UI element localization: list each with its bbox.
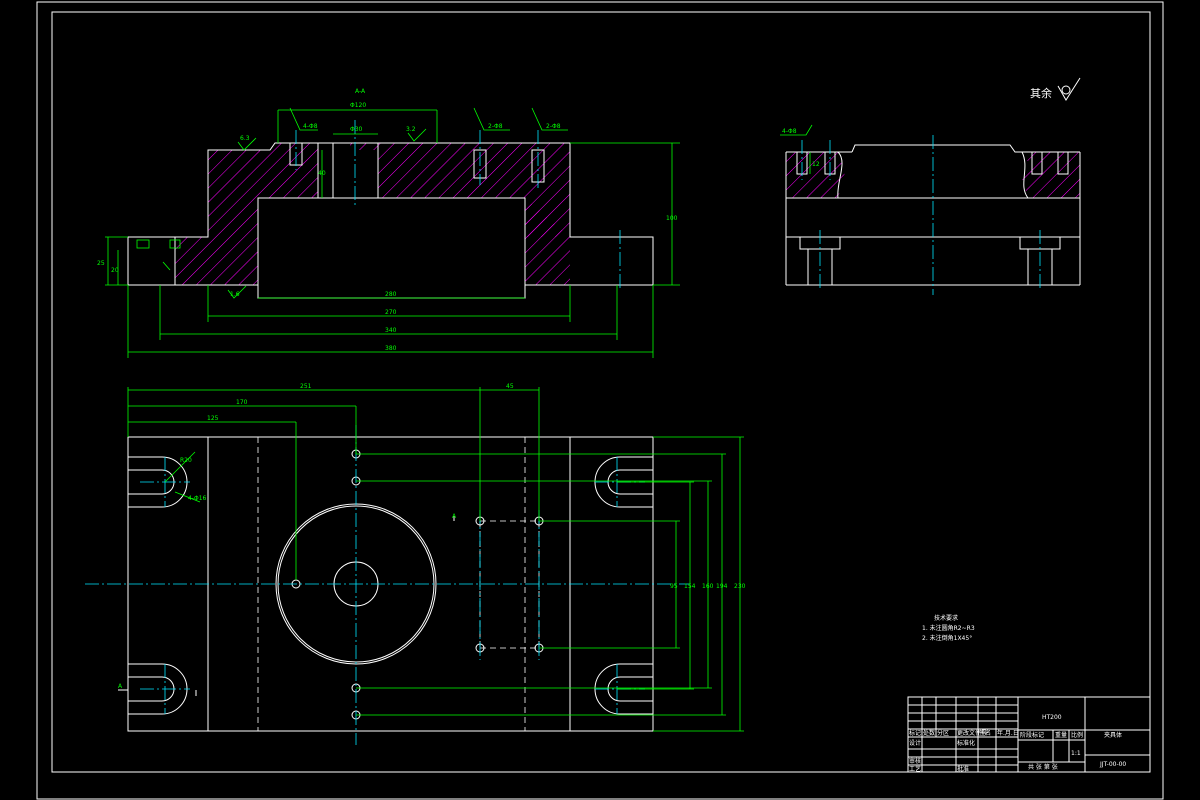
dim-height: 100 bbox=[666, 215, 678, 222]
dim-380: 380 bbox=[385, 345, 397, 352]
row-label-5: 年.月.日 bbox=[997, 729, 1019, 737]
dim-194: 194 bbox=[716, 583, 728, 590]
surface-finish-label: 其余 bbox=[1030, 86, 1052, 100]
dim-r20: R20 bbox=[180, 457, 192, 464]
dim-170: 170 bbox=[236, 399, 248, 406]
dim-45: 45 bbox=[506, 383, 514, 390]
side-view: 4-Φ8 12 bbox=[780, 124, 1081, 295]
title-stage-mark: 阶段标记 bbox=[1020, 731, 1044, 739]
tech-notes-line2: 2. 未注倒角1X45° bbox=[922, 634, 972, 642]
tech-notes: 技术要求 1. 未注圆角R2~R3 2. 未注倒角1X45° bbox=[922, 614, 975, 642]
dim-125: 125 bbox=[207, 415, 219, 422]
section-mark-top: A bbox=[452, 513, 457, 520]
side-dim-hole: 4-Φ8 bbox=[782, 128, 797, 135]
row-label-1: 处数 bbox=[923, 729, 935, 737]
tech-notes-line1: 1. 未注圆角R2~R3 bbox=[922, 624, 975, 632]
title-weight: 重量 bbox=[1055, 731, 1067, 739]
title-ratio: 比例 bbox=[1071, 731, 1083, 739]
row-standardize: 标准化 bbox=[957, 739, 975, 747]
roughness-2: 3.2 bbox=[406, 126, 416, 133]
dim-340: 340 bbox=[385, 327, 397, 334]
dim-hole-right2: 2-Φ8 bbox=[546, 123, 561, 130]
title-sheet: 共 张 第 张 bbox=[1028, 763, 1058, 771]
row-design: 设计 bbox=[909, 739, 921, 747]
title-drawing-number: JJT-00-00 bbox=[1099, 761, 1126, 768]
drawing-sheet: 其余 Φ120 Φ30 A-A 4-Φ8 2-Φ8 2-Φ8 40 100 25… bbox=[36, 1, 1164, 800]
title-block: HT200 夹具体 JJT-00-00 1:1 阶段标记 重量 比例 共 张 第… bbox=[907, 696, 1151, 773]
row-approve: 批准 bbox=[957, 765, 969, 773]
dim-hole-left: 4-Φ8 bbox=[303, 123, 318, 130]
roughness-1: 6.3 bbox=[240, 135, 250, 142]
row-label-2: 分区 bbox=[937, 729, 949, 737]
surface-finish-symbol: 其余 bbox=[1030, 77, 1081, 101]
dim-top-diameter: Φ120 bbox=[350, 102, 366, 109]
section-label: A-A bbox=[355, 88, 366, 95]
top-view: A A 251 45 170 125 R20 4-Φ16 95 154 160 … bbox=[85, 383, 746, 745]
dim-bore: Φ30 bbox=[350, 126, 363, 133]
title-material: HT200 bbox=[1042, 714, 1062, 721]
title-drawing-name: 夹具体 bbox=[1104, 731, 1122, 739]
dim-depth: 40 bbox=[318, 170, 326, 177]
dim-hole-right1: 2-Φ8 bbox=[488, 123, 503, 130]
dim-160: 160 bbox=[702, 583, 714, 590]
dim-95: 95 bbox=[670, 583, 678, 590]
roughness-3: 1.6 bbox=[230, 291, 240, 298]
inner-frame bbox=[51, 11, 1151, 773]
tech-notes-title: 技术要求 bbox=[934, 614, 958, 622]
front-section-view: Φ120 Φ30 A-A 4-Φ8 2-Φ8 2-Φ8 40 100 25 20… bbox=[97, 88, 680, 358]
dim-left-2: 20 bbox=[111, 267, 119, 274]
dim-slot: 4-Φ16 bbox=[188, 495, 207, 502]
row-review: 审核 bbox=[909, 757, 921, 765]
dim-251: 251 bbox=[300, 383, 312, 390]
title-scale: 1:1 bbox=[1071, 750, 1081, 757]
row-label-0: 标记 bbox=[909, 729, 921, 737]
dim-270: 270 bbox=[385, 309, 397, 316]
row-process: 工艺 bbox=[909, 765, 921, 773]
outer-frame bbox=[36, 1, 1164, 800]
section-mark-bottom: A bbox=[118, 683, 123, 690]
side-dim-depth: 12 bbox=[812, 161, 820, 168]
dim-154: 154 bbox=[684, 583, 696, 590]
dim-left-1: 25 bbox=[97, 260, 105, 267]
row-label-4: 签名 bbox=[979, 729, 991, 737]
dim-230: 230 bbox=[734, 583, 746, 590]
dim-280: 280 bbox=[385, 291, 397, 298]
